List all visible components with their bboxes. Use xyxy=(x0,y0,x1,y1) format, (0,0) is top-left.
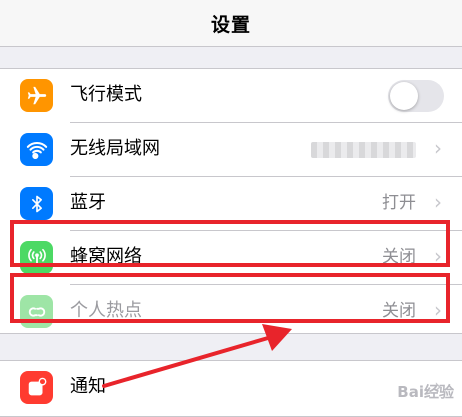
watermark-logo: Bai经验 xyxy=(397,383,454,401)
annotation-arrow xyxy=(102,324,292,388)
